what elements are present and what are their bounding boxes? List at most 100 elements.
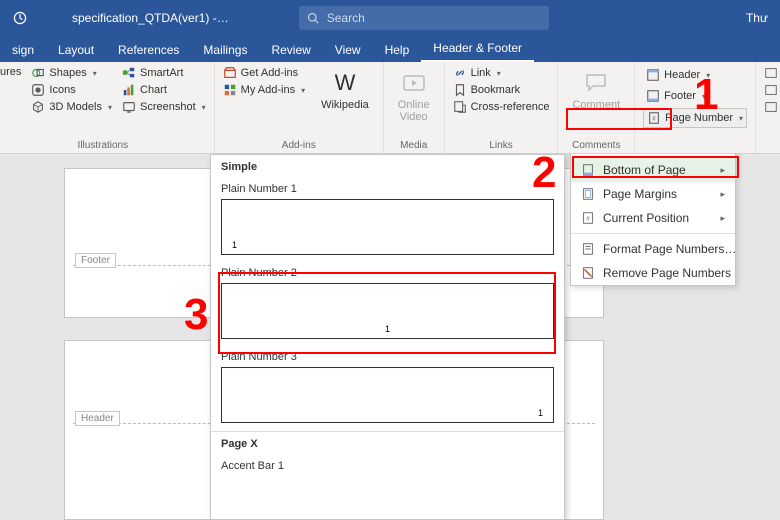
preview-plain1: 1 <box>221 199 554 255</box>
chevron-down-icon: ▾ <box>93 69 97 78</box>
chevron-right-icon: ▸ <box>720 189 725 200</box>
screenshot-button[interactable]: Screenshot▾ <box>122 100 206 114</box>
footer-button[interactable]: Footer▾ <box>643 87 747 105</box>
crop-btn-3[interactable]: ▾ <box>764 100 780 114</box>
crop-btn-2[interactable]: ▾ <box>764 83 780 97</box>
comment-icon <box>583 70 609 96</box>
group-label-media: Media <box>392 138 436 151</box>
account-name[interactable]: Thư <box>746 11 768 25</box>
page-number-button[interactable]: #Page Number▾ <box>643 108 747 128</box>
svg-text:W: W <box>335 70 356 95</box>
search-input[interactable]: Search <box>299 6 549 30</box>
tab-layout[interactable]: Layout <box>46 38 106 62</box>
group-comments: Comment Comments <box>558 62 635 153</box>
wikipedia-icon: W <box>332 70 358 96</box>
group-label-illustrations: Illustrations <box>0 138 206 151</box>
group-label-comments: Comments <box>566 138 626 151</box>
gallery-item-accent1[interactable]: Accent Bar 1 <box>211 456 564 472</box>
group-media: Online Video Media <box>384 62 445 153</box>
menu-current-position[interactable]: # Current Position▸ <box>571 206 735 230</box>
tab-view[interactable]: View <box>323 38 373 62</box>
chevron-down-icon: ▾ <box>497 69 501 78</box>
group-header-footer: Header▾ Footer▾ #Page Number▾ <box>635 62 755 153</box>
tab-mailings[interactable]: Mailings <box>191 38 259 62</box>
preview-plain2: 1 <box>221 283 554 339</box>
group-links: Link▾ Bookmark Cross-reference Links <box>445 62 559 153</box>
gallery-item-plain1[interactable]: Plain Number 1 1 <box>211 179 564 263</box>
remove-icon <box>581 266 595 280</box>
pagenumber-menu: Top of Page▸ Bottom of Page▸ Page Margin… <box>570 154 736 286</box>
gallery-item-plain2[interactable]: Plain Number 2 1 <box>211 263 564 347</box>
tab-review[interactable]: Review <box>259 38 322 62</box>
group-addins: Get Add-ins My Add-ins▾ W Wikipedia Add-… <box>215 62 384 153</box>
wikipedia-button[interactable]: W Wikipedia <box>315 66 375 138</box>
ribbon-tabs: sign Layout References Mailings Review V… <box>0 36 780 62</box>
gallery-section-pagex: Page X <box>211 432 564 456</box>
header-label: Header <box>75 411 120 426</box>
header-icon <box>646 68 660 82</box>
footer-label: Footer <box>75 253 116 268</box>
chevron-down-icon: ▾ <box>301 86 305 95</box>
smartart-button[interactable]: SmartArt <box>122 66 206 80</box>
shapes-icon <box>31 66 45 80</box>
store-icon <box>223 66 237 80</box>
menu-format-page-numbers[interactable]: Format Page Numbers… <box>571 237 735 261</box>
link-icon <box>453 66 467 80</box>
tab-design[interactable]: sign <box>0 38 46 62</box>
chevron-right-icon: ▸ <box>720 213 725 224</box>
menu-remove-page-numbers[interactable]: Remove Page Numbers <box>571 261 735 285</box>
chart-icon <box>122 83 136 97</box>
smartart-icon <box>122 66 136 80</box>
group-right-crop: ▾ ▾ ▾ ▾ ▾ <box>755 62 780 153</box>
footer-icon <box>646 89 660 103</box>
pagenumber-icon: # <box>647 111 661 125</box>
chevron-down-icon: ▾ <box>739 114 743 123</box>
addins-icon <box>223 83 237 97</box>
online-video-button: Online Video <box>392 66 436 138</box>
menu-page-margins[interactable]: Page Margins▸ <box>571 182 735 206</box>
title-bar: specification_QTDA(ver1) -… Search Thư <box>0 0 780 36</box>
gallery-section-simple: Simple <box>211 155 564 179</box>
search-placeholder: Search <box>327 11 365 25</box>
comment-button: Comment <box>566 66 626 138</box>
video-icon <box>401 70 427 96</box>
chart-button[interactable]: Chart <box>122 83 206 97</box>
page-margins-icon <box>581 187 595 201</box>
pictures-button[interactable]: ures <box>0 66 21 78</box>
svg-text:#: # <box>586 216 590 223</box>
svg-text:#: # <box>652 116 656 123</box>
3dmodels-button[interactable]: 3D Models▾ <box>31 100 112 114</box>
tab-references[interactable]: References <box>106 38 191 62</box>
cube-icon <box>31 100 45 114</box>
shapes-button[interactable]: Shapes▾ <box>31 66 112 80</box>
icons-button[interactable]: Icons <box>31 83 112 97</box>
crop-btn-1[interactable]: ▾ <box>764 66 780 80</box>
my-addins-button[interactable]: My Add-ins▾ <box>223 83 305 97</box>
bookmark-button[interactable]: Bookmark <box>453 83 550 97</box>
crossref-button[interactable]: Cross-reference <box>453 100 550 114</box>
page-bottom-icon <box>581 163 595 177</box>
screenshot-icon <box>122 100 136 114</box>
link-button[interactable]: Link▾ <box>453 66 550 80</box>
page-current-icon: # <box>581 211 595 225</box>
preview-plain3: 1 <box>221 367 554 423</box>
generic-icon <box>764 66 778 80</box>
format-icon <box>581 242 595 256</box>
document-area[interactable]: Footer Header Simple Plain Number 1 1 Pl… <box>0 154 780 520</box>
tab-help[interactable]: Help <box>373 38 422 62</box>
group-illustrations: ures Shapes▾ Icons 3D Models▾ SmartArt C… <box>0 62 215 153</box>
chevron-down-icon: ▾ <box>202 103 206 112</box>
chevron-right-icon: ▸ <box>720 165 725 176</box>
menu-bottom-of-page[interactable]: Bottom of Page▸ <box>571 158 735 182</box>
group-label-addins: Add-ins <box>223 138 375 151</box>
gallery-item-plain3[interactable]: Plain Number 3 1 <box>211 347 564 431</box>
tab-header-footer[interactable]: Header & Footer <box>421 36 534 62</box>
autosave-icon[interactable] <box>12 8 32 28</box>
icons-icon <box>31 83 45 97</box>
header-button[interactable]: Header▾ <box>643 66 747 84</box>
document-title: specification_QTDA(ver1) -… <box>72 11 229 25</box>
search-icon <box>307 12 319 24</box>
generic-icon <box>764 83 778 97</box>
crossref-icon <box>453 100 467 114</box>
get-addins-button[interactable]: Get Add-ins <box>223 66 305 80</box>
